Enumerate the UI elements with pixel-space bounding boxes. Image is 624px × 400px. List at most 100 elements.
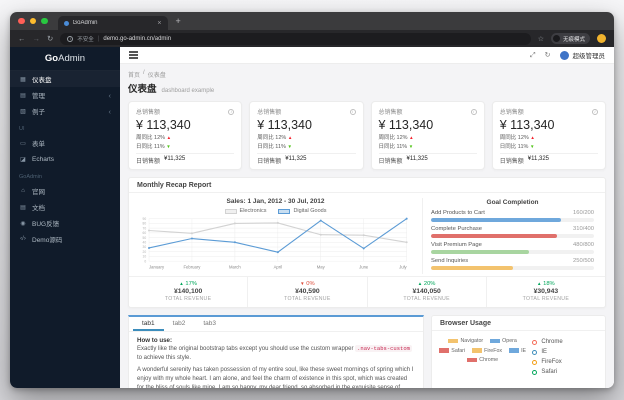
- sidebar-item-label: 例子: [32, 109, 45, 116]
- fullscreen-icon[interactable]: ⤢: [530, 52, 536, 59]
- progress-bar: [431, 217, 594, 222]
- reload-icon[interactable]: ↻: [47, 35, 53, 43]
- card-footer-label: 日销售额: [499, 159, 524, 166]
- forward-icon[interactable]: →: [33, 35, 41, 43]
- progress-bar: [431, 233, 594, 238]
- legend-digital-goods[interactable]: Digital Goods: [278, 208, 326, 214]
- user-menu[interactable]: 超级管理员: [559, 50, 605, 60]
- legend-electronics[interactable]: Electronics: [224, 208, 266, 214]
- trend-value: 12%: [396, 135, 408, 141]
- legend-firefox[interactable]: FireFox: [472, 348, 502, 354]
- trend-label: 周同比: [378, 135, 396, 141]
- progress-bar: [431, 249, 594, 254]
- info-icon[interactable]: i: [470, 108, 477, 115]
- info-icon[interactable]: i: [228, 108, 235, 115]
- trend-value: 11%: [154, 143, 165, 150]
- svg-text:March: March: [229, 265, 241, 270]
- legend-ie[interactable]: IE: [509, 348, 526, 354]
- sidebar-section-ui: UI: [19, 125, 25, 132]
- close-window-button[interactable]: [18, 17, 25, 25]
- dashboard-icon: ▦: [20, 76, 26, 83]
- zoom-window-button[interactable]: [41, 17, 48, 25]
- sidebar-item-example[interactable]: ▧ 例子 ‹: [10, 103, 120, 119]
- svg-text:70: 70: [143, 226, 147, 230]
- new-tab-button[interactable]: +: [176, 16, 181, 26]
- card-title: 总销售额: [378, 110, 403, 116]
- sidebar-item-docs[interactable]: ▤ 文档: [10, 199, 120, 215]
- refresh-icon[interactable]: ↻: [545, 52, 551, 59]
- sidebar-item-admin[interactable]: ▤ 管理 ‹: [10, 87, 120, 103]
- card-value: ¥ 113,340: [136, 118, 191, 132]
- legend-opera[interactable]: Opera: [490, 338, 517, 344]
- tab-tab2[interactable]: tab2: [164, 317, 195, 331]
- svg-text:January: January: [149, 265, 165, 270]
- legend-chrome[interactable]: Chrome: [467, 357, 498, 363]
- legend-navigator[interactable]: Navigator: [448, 338, 483, 344]
- svg-text:20: 20: [143, 250, 147, 254]
- page-subtitle: dashboard example: [161, 88, 215, 94]
- goal-label: Visit Premium Page: [431, 242, 482, 249]
- sidebar-item-demo-source[interactable]: ‹/› Demo源码: [10, 231, 120, 247]
- sidebar-item-bug-feedback[interactable]: ◉ BUG反馈: [10, 215, 120, 231]
- browser-tab[interactable]: GoAdmin ×: [57, 16, 168, 30]
- footer-stat: ▲ 20% ¥140,050 TOTAL REVENUE: [366, 277, 486, 308]
- sidebar-item-label: BUG反馈: [32, 221, 60, 228]
- stat-label: TOTAL REVENUE: [403, 296, 450, 303]
- close-tab-icon[interactable]: ×: [157, 20, 161, 27]
- how-to-use-title: How to use:: [137, 337, 173, 345]
- tab-tab3[interactable]: tab3: [194, 317, 225, 331]
- tab-bar: tab1 tab2 tab3: [129, 317, 424, 333]
- info-icon[interactable]: i: [592, 108, 598, 115]
- home-icon: ⌂: [21, 188, 25, 194]
- sidebar-item-website[interactable]: ⌂ 官网: [10, 183, 120, 199]
- info-icon[interactable]: i: [349, 108, 356, 115]
- back-icon[interactable]: ←: [18, 35, 26, 43]
- hamburger-menu-icon[interactable]: [129, 51, 138, 53]
- svg-text:10: 10: [143, 255, 147, 259]
- minimize-window-button[interactable]: [29, 17, 36, 25]
- svg-text:June: June: [359, 265, 369, 270]
- sidebar-item-label: 仪表盘: [32, 77, 52, 84]
- legend-safari[interactable]: Safari: [439, 348, 465, 354]
- address-bar[interactable]: i 不安全 | demo.go-admin.cn/admin: [60, 32, 531, 45]
- sidebar: Go Admin ▦ 仪表盘 ▤ 管理 ‹ ▧ 例子 ‹ UI ▭ 表单 ◪ E…: [10, 47, 120, 388]
- goadmin-logo[interactable]: Go Admin: [10, 47, 120, 71]
- sidebar-item-dashboard[interactable]: ▦ 仪表盘: [10, 71, 120, 87]
- trend-label: 日同比: [136, 143, 153, 150]
- url-text[interactable]: demo.go-admin.cn/admin: [103, 36, 171, 42]
- ie-swatch: [509, 348, 520, 353]
- electronics-swatch: [224, 208, 237, 214]
- goal-value: 480/800: [573, 242, 594, 249]
- breadcrumb-home[interactable]: 首页: [128, 70, 140, 79]
- profile-avatar[interactable]: [597, 34, 606, 43]
- browser-usage-title: Browser Usage: [432, 316, 605, 332]
- caret-down-icon: ▼: [408, 143, 414, 149]
- user-avatar: [559, 50, 569, 60]
- safari-swatch: [439, 348, 450, 353]
- form-icon: ▭: [20, 140, 26, 147]
- docs-icon: ▤: [20, 204, 26, 211]
- sidebar-item-form[interactable]: ▭ 表单: [10, 135, 120, 151]
- stat-label: TOTAL REVENUE: [164, 296, 212, 303]
- sidebar-item-echarts[interactable]: ◪ Echarts: [10, 151, 120, 167]
- chevron-left-icon: ‹: [108, 106, 112, 116]
- card-footer-value: ¥11,325: [527, 156, 550, 163]
- list-item: Chrome: [532, 339, 600, 345]
- card-value: ¥ 113,340: [499, 118, 555, 132]
- svg-text:50: 50: [143, 236, 147, 240]
- not-secure-icon[interactable]: i: [67, 35, 74, 42]
- list-item: FireFox: [532, 359, 600, 365]
- trend-value: 12%: [154, 135, 166, 141]
- digital-goods-swatch: [278, 208, 291, 214]
- tab-tab1[interactable]: tab1: [133, 317, 164, 332]
- sidebar-item-label: 文档: [32, 205, 45, 212]
- progress-fill: [431, 265, 513, 270]
- browser-toolbar: ← → ↻ i 不安全 | demo.go-admin.cn/admin ☆ 无…: [10, 30, 614, 47]
- svg-text:30: 30: [143, 245, 147, 249]
- stat-card: 总销售额 i ¥ 113,340 周同比 12% ▲ 日同比 11% ▼ 日销售额…: [370, 101, 485, 171]
- breadcrumb-current: 仪表盘: [147, 73, 166, 79]
- list-item: IE: [532, 349, 600, 355]
- bookmark-star-icon[interactable]: ☆: [538, 35, 544, 43]
- card-value: ¥ 113,340: [378, 118, 434, 132]
- svg-text:60: 60: [143, 231, 147, 235]
